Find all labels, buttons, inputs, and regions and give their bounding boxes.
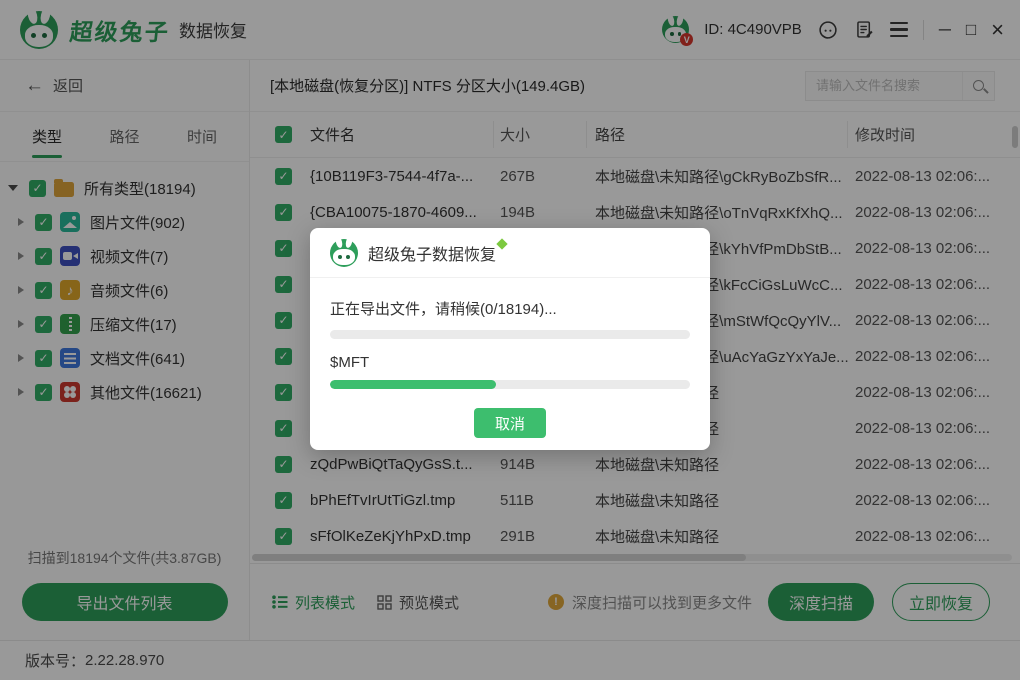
dialog-header: 超级兔子数据恢复 — [310, 228, 710, 278]
dialog-title: 超级兔子数据恢复 — [368, 241, 496, 265]
file-progress-bar — [330, 380, 690, 389]
sparkle-diamond-icon — [496, 238, 507, 249]
cancel-button[interactable]: 取消 — [474, 408, 546, 438]
overall-progress-bar — [330, 330, 690, 339]
current-file-name: $MFT — [330, 354, 690, 371]
export-status-message: 正在导出文件，请稍候(0/18194)... — [330, 298, 690, 319]
file-progress-fill — [330, 380, 496, 389]
dialog-logo-rabbit-icon — [330, 239, 358, 267]
export-progress-dialog: 超级兔子数据恢复 正在导出文件，请稍候(0/18194)... $MFT 取消 — [310, 228, 710, 450]
app-window: 超级兔子 数据恢复 V ID: 4C490VPB ─ □ × — [0, 0, 1020, 680]
dialog-body: 正在导出文件，请稍候(0/18194)... $MFT 取消 — [310, 278, 710, 438]
